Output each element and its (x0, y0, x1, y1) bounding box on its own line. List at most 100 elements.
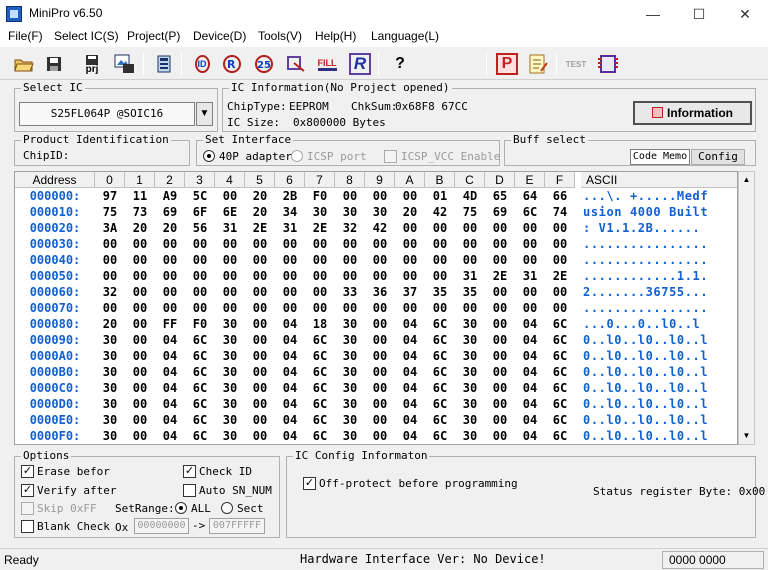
hex-byte-cell[interactable]: 00 (215, 300, 245, 316)
menu-project[interactable]: Project(P) (127, 29, 180, 43)
hex-byte-cell[interactable]: 6C (545, 316, 575, 332)
open-project-icon[interactable] (113, 52, 137, 76)
hex-byte-cell[interactable]: 30 (335, 364, 365, 380)
hex-byte-cell[interactable]: 00 (155, 252, 185, 268)
verify-after-checkbox[interactable]: ✓ (21, 484, 34, 497)
hex-byte-cell[interactable]: 00 (485, 236, 515, 252)
read-icon[interactable]: R (221, 52, 245, 76)
hex-byte-cell[interactable]: 00 (275, 252, 305, 268)
hex-byte-cell[interactable]: 30 (455, 364, 485, 380)
hex-byte-cell[interactable]: 32 (95, 284, 125, 300)
hex-byte-cell[interactable]: 00 (125, 396, 155, 412)
hex-row[interactable]: 0000E0: 30 00 04 6C 30 00 04 6C 30 00 04 6C 30 00 04 6C 0… (15, 412, 737, 428)
hex-byte-cell[interactable]: 6C (185, 364, 215, 380)
hex-byte-cell[interactable]: 00 (95, 300, 125, 316)
hex-byte-cell[interactable]: 00 (365, 300, 395, 316)
hex-byte-cell[interactable]: 00 (125, 236, 155, 252)
hex-byte-cell[interactable]: 00 (215, 268, 245, 284)
range-start-input[interactable]: 00000000 (134, 518, 189, 534)
hex-byte-cell[interactable]: 00 (185, 284, 215, 300)
hex-byte-cell[interactable]: 00 (545, 236, 575, 252)
hex-byte-cell[interactable]: 00 (485, 316, 515, 332)
hex-row[interactable]: 000040: 00 00 00 00 00 00 00 00 00 00 00 00 00 00 00 00.… (15, 252, 737, 268)
hex-byte-cell[interactable]: 2E (545, 268, 575, 284)
icsp-port-radio[interactable] (291, 150, 303, 162)
hex-byte-cell[interactable]: 00 (155, 236, 185, 252)
hex-byte-cell[interactable]: 74 (545, 204, 575, 220)
hex-byte-cell[interactable]: 04 (515, 412, 545, 428)
hex-byte-cell[interactable]: 04 (395, 428, 425, 444)
hex-byte-cell[interactable]: 00 (245, 348, 275, 364)
hex-byte-cell[interactable]: 73 (125, 204, 155, 220)
menu-help[interactable]: Help(H) (315, 29, 356, 43)
hex-byte-cell[interactable]: 30 (455, 380, 485, 396)
hex-byte-cell[interactable]: 30 (365, 204, 395, 220)
hex-byte-cell[interactable]: 6C (425, 380, 455, 396)
hex-byte-cell[interactable]: 00 (275, 300, 305, 316)
hex-byte-cell[interactable]: 4D (455, 188, 485, 204)
hex-byte-cell[interactable]: 00 (125, 300, 155, 316)
hex-byte-cell[interactable]: 04 (395, 412, 425, 428)
hex-byte-cell[interactable]: 32 (335, 220, 365, 236)
fill-icon[interactable]: FILL (315, 52, 339, 76)
hex-byte-cell[interactable]: 33 (335, 284, 365, 300)
hex-byte-cell[interactable]: 04 (275, 396, 305, 412)
hex-byte-cell[interactable]: 04 (515, 428, 545, 444)
hex-byte-cell[interactable]: 04 (515, 348, 545, 364)
hex-byte-cell[interactable]: 69 (155, 204, 185, 220)
help-icon[interactable]: ? (388, 52, 412, 76)
hex-byte-cell[interactable]: 6C (425, 396, 455, 412)
hex-byte-cell[interactable]: 00 (125, 316, 155, 332)
hex-byte-cell[interactable]: 00 (335, 300, 365, 316)
hex-byte-cell[interactable]: 6C (305, 412, 335, 428)
hex-byte-cell[interactable]: 00 (395, 300, 425, 316)
hex-byte-cell[interactable]: 6C (305, 380, 335, 396)
range-sect-radio[interactable] (221, 502, 233, 514)
hex-byte-cell[interactable]: 30 (305, 204, 335, 220)
hex-byte-cell[interactable]: 30 (215, 364, 245, 380)
hex-byte-cell[interactable]: 00 (155, 284, 185, 300)
hex-byte-cell[interactable]: 30 (95, 380, 125, 396)
hex-byte-cell[interactable]: 04 (395, 348, 425, 364)
hex-byte-cell[interactable]: 6C (185, 348, 215, 364)
hex-row[interactable]: 0000B0: 30 00 04 6C 30 00 04 6C 30 00 04 6C 30 00 04 6C 0… (15, 364, 737, 380)
hex-byte-cell[interactable]: 35 (455, 284, 485, 300)
erase-icon[interactable]: R (348, 52, 372, 76)
hex-byte-cell[interactable]: 30 (215, 412, 245, 428)
read-id-icon[interactable]: ID (190, 52, 214, 76)
hex-byte-cell[interactable]: 30 (95, 348, 125, 364)
hex-byte-cell[interactable]: 00 (395, 252, 425, 268)
hex-byte-cell[interactable]: 00 (305, 268, 335, 284)
hex-byte-cell[interactable]: 00 (215, 188, 245, 204)
hex-byte-cell[interactable]: 56 (185, 220, 215, 236)
hex-byte-cell[interactable]: 97 (95, 188, 125, 204)
hex-byte-cell[interactable]: 00 (155, 300, 185, 316)
hex-byte-cell[interactable]: 6C (185, 380, 215, 396)
hex-byte-cell[interactable]: 31 (215, 220, 245, 236)
hex-byte-cell[interactable]: 00 (485, 300, 515, 316)
select-ic-dropdown-button[interactable]: ▼ (196, 102, 213, 126)
hex-byte-cell[interactable]: 2E (485, 268, 515, 284)
hex-byte-cell[interactable]: 2E (245, 220, 275, 236)
hex-byte-cell[interactable]: 00 (245, 396, 275, 412)
hex-row[interactable]: 0000C0: 30 00 04 6C 30 00 04 6C 30 00 04 6C 30 00 04 6C 0… (15, 380, 737, 396)
hex-byte-cell[interactable]: 00 (245, 332, 275, 348)
hex-byte-cell[interactable]: 04 (515, 364, 545, 380)
hex-byte-cell[interactable]: 30 (455, 348, 485, 364)
hex-byte-cell[interactable]: 00 (95, 236, 125, 252)
hex-byte-cell[interactable]: 20 (395, 204, 425, 220)
hex-byte-cell[interactable]: 2B (275, 188, 305, 204)
hex-byte-cell[interactable]: 04 (515, 396, 545, 412)
hex-byte-cell[interactable]: 00 (305, 284, 335, 300)
hex-byte-cell[interactable]: 00 (125, 252, 155, 268)
chip-test-icon[interactable] (596, 52, 620, 76)
hex-byte-cell[interactable]: 00 (125, 428, 155, 444)
hex-byte-cell[interactable]: 00 (335, 268, 365, 284)
hex-byte-cell[interactable]: 30 (335, 412, 365, 428)
hex-byte-cell[interactable]: 00 (395, 268, 425, 284)
hex-byte-cell[interactable]: 00 (125, 332, 155, 348)
test-icon[interactable]: TEST (564, 52, 588, 76)
hex-byte-cell[interactable]: 00 (245, 268, 275, 284)
hex-byte-cell[interactable]: 6C (545, 348, 575, 364)
code-memo-tab[interactable]: Code Memo (630, 149, 690, 165)
